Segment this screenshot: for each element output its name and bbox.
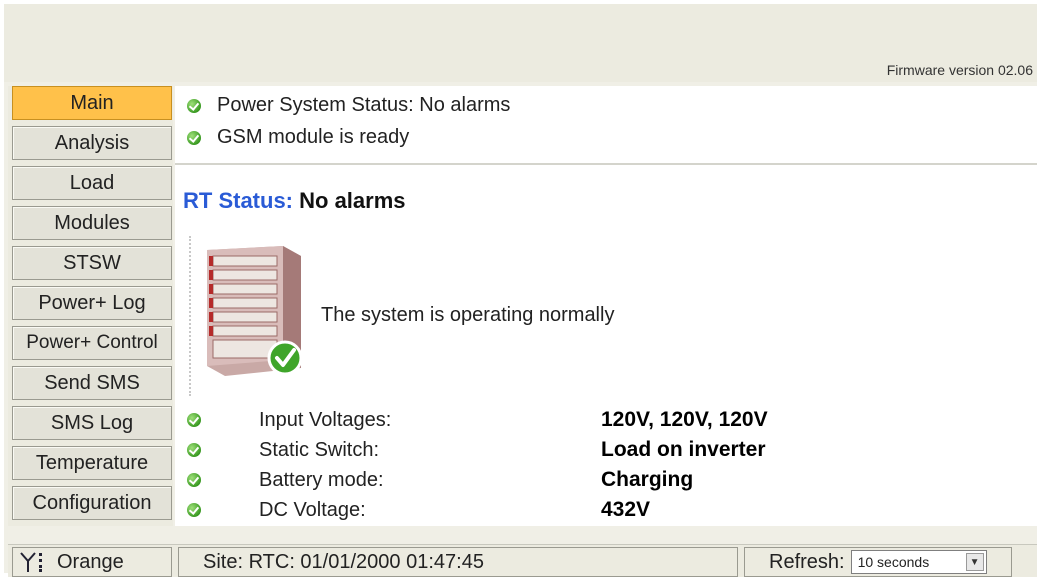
detail-value: Charging [601,468,694,491]
sidebar-item-load[interactable]: Load [12,166,172,200]
ok-check-icon [187,503,201,517]
site-rtc: Site: RTC: 01/01/2000 01:47:45 [203,550,484,573]
detail-label: Static Switch: [259,438,380,461]
refresh-value: 10 seconds [857,554,930,570]
ok-check-icon [187,98,201,113]
sidebar-item-modules[interactable]: Modules [12,206,172,240]
sidebar-nav: Main Analysis Load Modules STSW Power+ L… [8,86,173,526]
sidebar-item-label: Power+ Log [38,291,146,314]
site-rtc-cell: Site: RTC: 01/01/2000 01:47:45 [178,547,738,577]
detail-value: 120V, 120V, 120V [601,408,768,431]
sidebar-item-label: STSW [63,251,121,274]
rt-status-value: No alarms [299,188,406,213]
sidebar-item-power-control[interactable]: Power+ Control [12,326,172,360]
sidebar-item-sms-log[interactable]: SMS Log [12,406,172,440]
detail-label: Battery mode: [259,468,384,491]
sidebar-item-label: SMS Log [50,411,134,434]
sidebar-item-stsw[interactable]: STSW [12,246,172,280]
sidebar-item-send-sms[interactable]: Send SMS [12,366,172,400]
detail-row-dc-voltage: DC Voltage: 432V [187,496,650,524]
firmware-version: Firmware version 02.06 [886,62,1033,78]
refresh-select[interactable]: 10 seconds ▼ [850,550,987,574]
alert-gsm-module: GSM module is ready [187,126,409,149]
detail-row-battery-mode: Battery mode: Charging [187,466,693,494]
operator-name: Orange [57,550,124,573]
alert-power-system: Power System Status: No alarms [187,94,510,117]
sidebar-item-label: Power+ Control [26,332,158,353]
sidebar-item-analysis[interactable]: Analysis [12,126,172,160]
main-panel: Power System Status: No alarms GSM modul… [175,86,1037,526]
detail-label: DC Voltage: [259,498,366,521]
ok-check-icon [187,413,201,427]
sidebar-item-label: Main [70,91,114,114]
rt-status-label: RT Status: [183,188,293,213]
refresh-cell: Refresh: 10 seconds ▼ [744,547,1012,577]
detail-value: 432V [601,498,651,521]
operator-cell: Orange [12,547,172,577]
sidebar-item-main[interactable]: Main [12,86,172,120]
dotted-separator [189,236,191,396]
divider [175,163,1037,165]
sidebar-item-label: Load [69,171,115,194]
refresh-label: Refresh: [769,550,845,573]
detail-value: Load on inverter [601,438,766,461]
system-operation-message: The system is operating normally [321,304,615,326]
ok-check-icon [187,443,201,457]
sidebar-item-label: Temperature [35,451,149,474]
app-frame: Firmware version 02.06 Main Analysis Loa… [4,4,1037,577]
rt-status-heading: RT Status: No alarms [183,188,406,214]
sidebar-item-label: Send SMS [44,371,140,394]
sidebar-item-temperature[interactable]: Temperature [12,446,172,480]
detail-row-static-switch: Static Switch: Load on inverter [187,436,766,464]
ok-check-icon [187,473,201,487]
sidebar-item-configuration[interactable]: Configuration [12,486,172,520]
ok-check-icon [187,130,201,145]
ups-rack-icon [207,246,303,376]
sidebar-item-label: Configuration [32,491,152,514]
sidebar-item-power-log[interactable]: Power+ Log [12,286,172,320]
alert-text: Power System Status: No alarms [217,94,511,116]
status-bar: Orange Site: RTC: 01/01/2000 01:47:45 Re… [8,544,1037,577]
sidebar-item-label: Modules [54,211,130,234]
detail-row-input-voltages: Input Voltages: 120V, 120V, 120V [187,406,768,434]
top-banner: Firmware version 02.06 [4,4,1037,82]
alert-text: GSM module is ready [217,126,410,148]
detail-label: Input Voltages: [259,408,392,431]
sidebar-item-label: Analysis [54,131,130,154]
chevron-down-icon[interactable]: ▼ [965,553,984,571]
antenna-signal-icon [20,552,42,572]
